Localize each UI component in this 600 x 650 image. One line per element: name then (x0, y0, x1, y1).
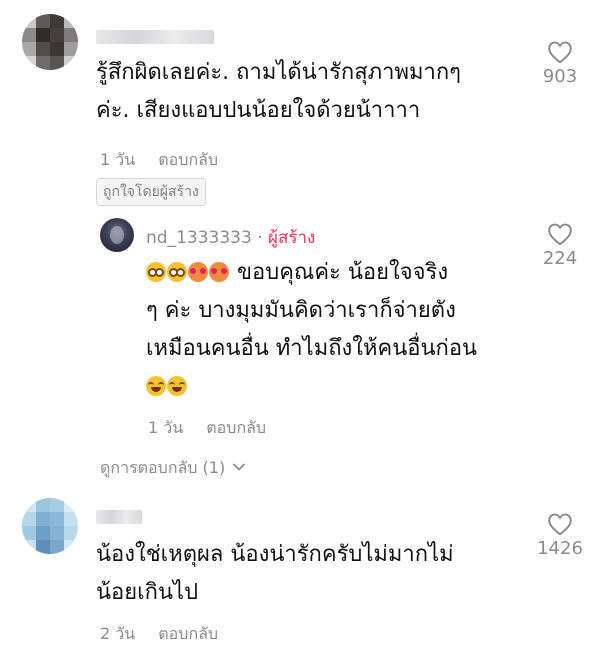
comment-line: ขอบคุณค่ะ น้อยใจจริง (146, 254, 526, 292)
reply-header: nd_1333333 · ผู้สร้าง (146, 224, 315, 251)
avatar[interactable] (22, 14, 78, 70)
comment-line: รู้สึกผิดเลยค่ะ. ถามได้น่ารักสุภาพมากๆ (96, 60, 461, 85)
emoji-smiling-hearts (188, 262, 208, 282)
emoji-flushed (167, 262, 187, 282)
comment-emoji-line (146, 368, 526, 406)
reply-text: ขอบคุณค่ะ น้อยใจจริง ๆ ค่ะ บางมุมมันคิดว… (146, 254, 526, 406)
comment-line: เหมือนคนอื่น ทำไมถึงให้คนอื่นก่อน (146, 336, 478, 361)
comment-text: น้องใช่เหตุผล น้องน่ารักครับไม่มากไม่ น้… (96, 536, 536, 612)
like-count: 903 (542, 66, 578, 87)
like-button[interactable]: 903 (530, 40, 590, 87)
comment-line-text: ขอบคุณค่ะ น้อยใจจริง (237, 260, 449, 285)
view-replies-label: ดูการตอบกลับ (1) (100, 458, 226, 477)
emoji-flushed (146, 262, 166, 282)
emoji-smiling-hearts (209, 262, 229, 282)
comment-line: น้องใช่เหตุผล น้องน่ารักครับไม่มากไม่ (96, 542, 454, 567)
comment-line: น้อยเกินไป (96, 580, 199, 605)
heart-outline-icon (548, 41, 572, 64)
heart-outline-icon (548, 513, 572, 536)
creator-badge: ผู้สร้าง (268, 228, 316, 248)
comment-meta: 1 วัน ตอบกลับ (100, 148, 218, 173)
username-blurred[interactable] (96, 30, 214, 44)
comment-text: รู้สึกผิดเลยค่ะ. ถามได้น่ารักสุภาพมากๆ ค… (96, 54, 536, 130)
reply-meta: 1 วัน ตอบกลับ (148, 416, 266, 441)
like-count: 1426 (537, 538, 583, 559)
view-replies-button[interactable]: ดูการตอบกลับ (1) (100, 456, 246, 481)
reply-button[interactable]: ตอบกลับ (158, 150, 218, 169)
like-count: 224 (542, 248, 578, 269)
liked-by-creator-badge: ถูกใจโดยผู้สร้าง (96, 178, 206, 206)
comment-time: 1 วัน (100, 150, 136, 169)
username-blurred[interactable] (96, 510, 142, 524)
comment-time: 2 วัน (100, 624, 136, 643)
chevron-down-icon (233, 463, 246, 471)
reply-username[interactable]: nd_1333333 (146, 228, 252, 248)
separator-dot: · (257, 228, 263, 248)
reply-button[interactable]: ตอบกลับ (206, 418, 266, 437)
comment-line: ๆ ค่ะ บางมุมมันคิดว่าเราก็จ่ายตัง (146, 298, 456, 323)
emoji-laughing (146, 376, 166, 396)
heart-outline-icon (548, 223, 572, 246)
comment-meta: 2 วัน ตอบกลับ (100, 622, 218, 647)
avatar[interactable] (22, 498, 78, 554)
like-button[interactable]: 224 (530, 222, 590, 269)
comment-line: ค่ะ. เสียงแอบปนน้อยใจด้วยน้าาาา (96, 98, 421, 123)
like-button[interactable]: 1426 (530, 512, 590, 559)
reply-button[interactable]: ตอบกลับ (158, 624, 218, 643)
comment-time: 1 วัน (148, 418, 184, 437)
creator-avatar[interactable] (100, 218, 134, 252)
emoji-laughing (167, 376, 187, 396)
